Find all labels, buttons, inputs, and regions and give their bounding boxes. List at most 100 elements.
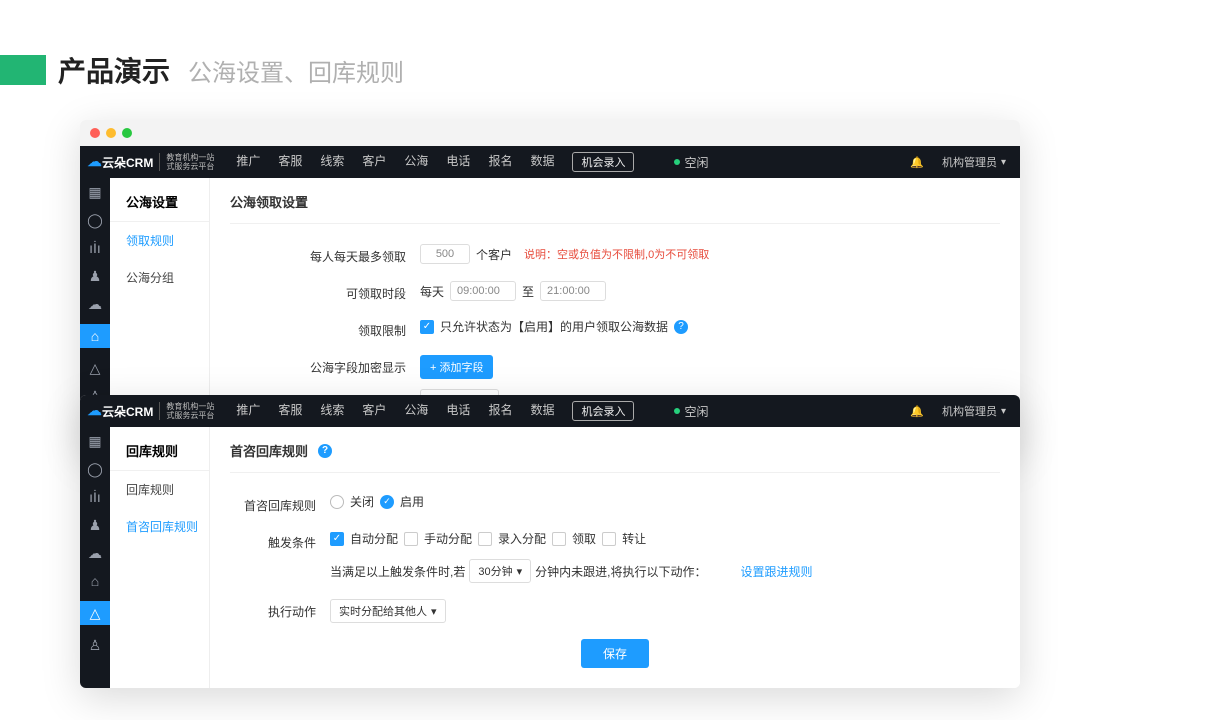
input-time-from[interactable]: [450, 281, 516, 301]
sidebar-title: 回库规则: [110, 427, 209, 471]
sidebar-item-groups[interactable]: 公海分组: [110, 259, 209, 296]
nav-item[interactable]: 客服: [278, 401, 302, 421]
iconbar-stats-icon[interactable]: ıİı: [87, 240, 103, 256]
help-icon[interactable]: ?: [318, 444, 332, 458]
add-field-button[interactable]: + 添加字段: [420, 355, 493, 379]
nav-item[interactable]: 线索: [320, 401, 344, 421]
link-followup-rule[interactable]: 设置跟进规则: [740, 563, 812, 580]
label-claim-limit: 领取限制: [230, 318, 420, 339]
label-encrypt-fields: 公海字段加密显示: [230, 355, 420, 376]
window-return-rules: ☁ 云朵CRM 教育机构一站式服务云平台 推广 客服 线索 客户 公海 电话 报…: [80, 395, 1020, 688]
user-menu[interactable]: 机构管理员: [942, 403, 1006, 419]
sidebar-item-claim-rules[interactable]: 领取规则: [110, 222, 209, 259]
iconbar-recycle-icon[interactable]: △: [87, 360, 103, 376]
topnav: ☁ 云朵CRM 教育机构一站式服务云平台 推广 客服 线索 客户 公海 电话 报…: [80, 146, 1020, 178]
nav-items: 推广 客服 线索 客户 公海 电话 报名 数据 机会录入: [236, 401, 634, 421]
nav-item[interactable]: 推广: [236, 401, 260, 421]
mac-titlebar: [80, 120, 1020, 146]
iconbar-user-icon[interactable]: ♟: [87, 517, 103, 533]
nav-item[interactable]: 报名: [488, 401, 512, 421]
iconbar-dashboard-icon[interactable]: ▦: [87, 184, 103, 200]
label-action: 执行动作: [230, 599, 330, 620]
radio-off[interactable]: [330, 495, 344, 509]
iconbar-dashboard-icon[interactable]: ▦: [87, 433, 103, 449]
select-minutes[interactable]: 30分钟▾: [469, 559, 531, 583]
topnav: ☁ 云朵CRM 教育机构一站式服务云平台 推广 客服 线索 客户 公海 电话 报…: [80, 395, 1020, 427]
idle-status: 空闲: [674, 403, 708, 420]
iconbar-home-icon[interactable]: ⌂: [80, 324, 110, 348]
iconbar-stats-icon[interactable]: ıİı: [87, 489, 103, 505]
slide-header: 产品演示 公海设置、回库规则: [0, 0, 1210, 120]
logo-icon: ☁: [87, 154, 101, 170]
save-button[interactable]: 保存: [581, 639, 649, 668]
to-word: 至: [522, 283, 534, 300]
sidebar-title: 公海设置: [110, 178, 209, 222]
iconbar-cloud-icon[interactable]: ☁: [87, 296, 103, 312]
logo: ☁ 云朵CRM 教育机构一站式服务云平台: [80, 153, 222, 171]
user-menu[interactable]: 机构管理员: [942, 154, 1006, 170]
logo-sub: 教育机构一站式服务云平台: [159, 153, 214, 171]
mac-zoom-icon[interactable]: [122, 128, 132, 138]
nav-item[interactable]: 客户: [362, 152, 386, 172]
nav-item[interactable]: 客户: [362, 401, 386, 421]
idle-dot-icon: [674, 159, 680, 165]
nav-opportunity-pill[interactable]: 机会录入: [572, 152, 634, 172]
chk-transfer[interactable]: [602, 532, 616, 546]
idle-dot-icon: [674, 408, 680, 414]
nav-item[interactable]: 推广: [236, 152, 260, 172]
nav-item[interactable]: 客服: [278, 152, 302, 172]
content-title: 首咨回库规则 ?: [230, 441, 1000, 473]
logo-icon: ☁: [87, 403, 101, 419]
prefix-daily: 每天: [420, 283, 444, 300]
content-title: 公海领取设置: [230, 192, 1000, 224]
logo-text: 云朵CRM: [102, 154, 153, 171]
radio-on[interactable]: [380, 495, 394, 509]
logo-sub: 教育机构一站式服务云平台: [159, 402, 214, 420]
input-time-to[interactable]: [540, 281, 606, 301]
nav-item[interactable]: 电话: [446, 401, 470, 421]
nav-opportunity-pill[interactable]: 机会录入: [572, 401, 634, 421]
nav-item[interactable]: 报名: [488, 152, 512, 172]
trigger-pre-text: 当满足以上触发条件时,若: [330, 563, 465, 580]
input-max-claim[interactable]: [420, 244, 470, 264]
chk-claim[interactable]: [552, 532, 566, 546]
sidebar-item-first-return[interactable]: 首咨回库规则: [110, 508, 209, 545]
nav-item[interactable]: 公海: [404, 152, 428, 172]
mac-close-icon[interactable]: [90, 128, 100, 138]
chk-auto-assign[interactable]: ✓: [330, 532, 344, 546]
iconbar-person-icon[interactable]: ♙: [87, 637, 103, 653]
caret-down-icon: [1001, 405, 1006, 417]
logo: ☁ 云朵CRM 教育机构一站式服务云平台: [80, 402, 222, 420]
sidebar-item-return-rules[interactable]: 回库规则: [110, 471, 209, 508]
label-max-claim: 每人每天最多领取: [230, 244, 420, 265]
checkbox-enabled-only[interactable]: ✓: [420, 320, 434, 334]
nav-item[interactable]: 公海: [404, 401, 428, 421]
idle-status: 空闲: [674, 154, 708, 171]
trigger-mid-text: 分钟内未跟进,将执行以下动作：: [535, 563, 706, 580]
iconbar-shield-icon[interactable]: ◯: [87, 461, 103, 477]
iconbar-shield-icon[interactable]: ◯: [87, 212, 103, 228]
chk-manual-assign[interactable]: [404, 532, 418, 546]
chk-input-assign[interactable]: [478, 532, 492, 546]
nav-items: 推广 客服 线索 客户 公海 电话 报名 数据 机会录入: [236, 152, 634, 172]
bell-icon[interactable]: [910, 155, 924, 169]
mac-minimize-icon[interactable]: [106, 128, 116, 138]
iconbar-recycle-icon[interactable]: △: [80, 601, 110, 625]
unit-text: 个客户: [476, 246, 512, 263]
label-first-rule: 首咨回库规则: [230, 493, 330, 514]
nav-item[interactable]: 电话: [446, 152, 470, 172]
accent-bar: [0, 55, 46, 85]
nav-item[interactable]: 线索: [320, 152, 344, 172]
slide-title: 产品演示: [58, 50, 170, 90]
nav-item[interactable]: 数据: [530, 401, 554, 421]
iconbar-user-icon[interactable]: ♟: [87, 268, 103, 284]
caret-down-icon: ▾: [431, 605, 437, 618]
nav-item[interactable]: 数据: [530, 152, 554, 172]
radio-on-label: 启用: [400, 493, 424, 510]
label-trigger: 触发条件: [230, 530, 330, 551]
iconbar-cloud-icon[interactable]: ☁: [87, 545, 103, 561]
select-action[interactable]: 实时分配给其他人▾: [330, 599, 446, 623]
bell-icon[interactable]: [910, 404, 924, 418]
iconbar-home-icon[interactable]: ⌂: [87, 573, 103, 589]
help-icon[interactable]: ?: [674, 320, 688, 334]
